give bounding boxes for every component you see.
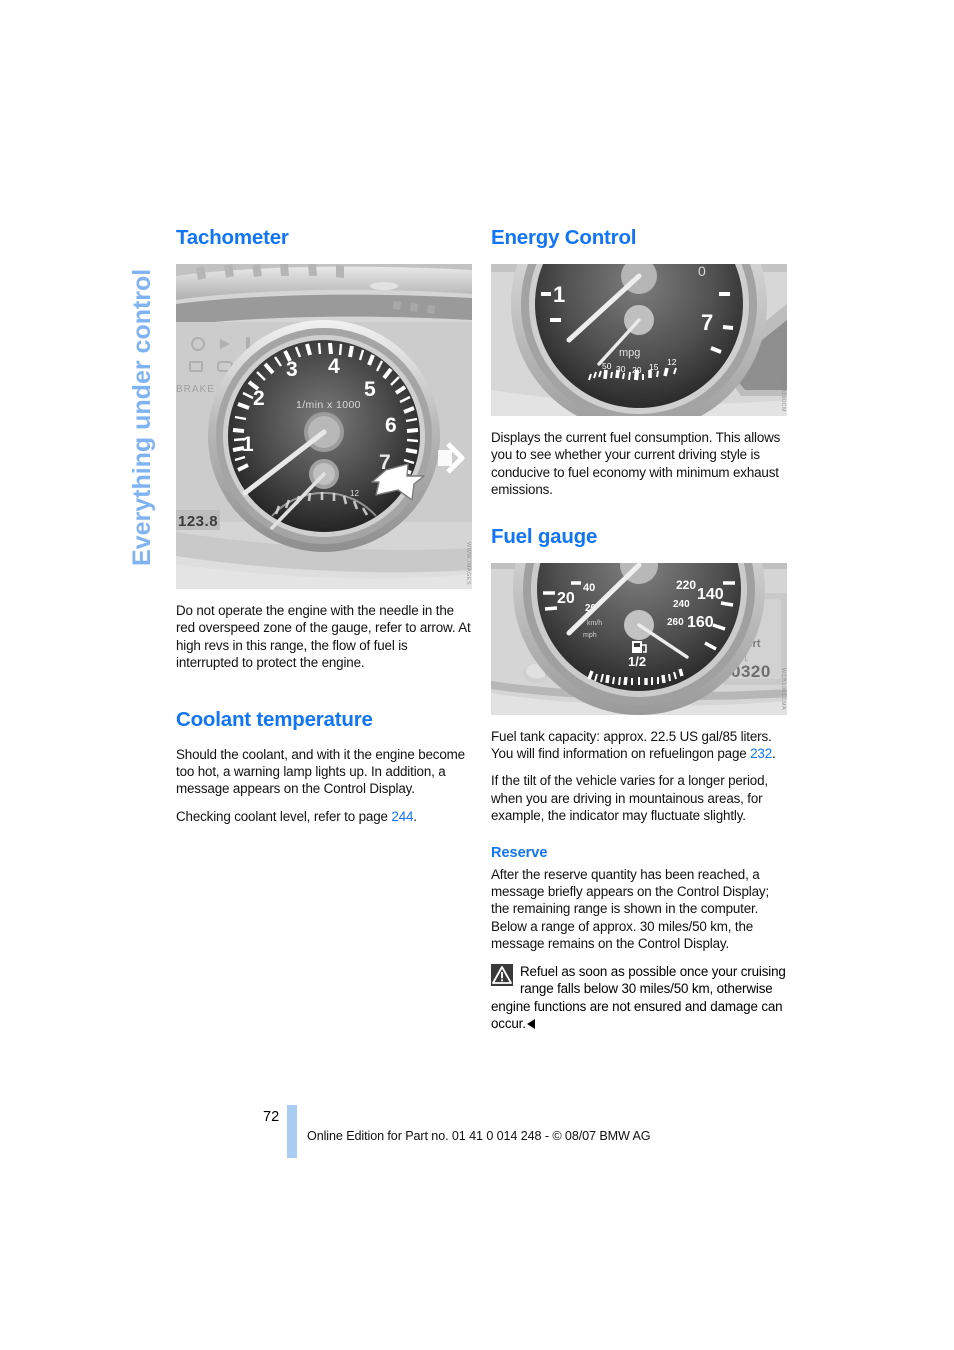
odometer-display: 123.8 — [178, 513, 218, 530]
coolant-body-text: Should the coolant, and with it the engi… — [176, 746, 465, 797]
page-link-244[interactable]: 244 — [391, 809, 413, 824]
energy-control-illustration: 1 7 0 mpg 50 30 20 15 1 — [491, 264, 787, 416]
chapter-tab: Everything under control — [128, 268, 156, 566]
mpg-tick-12: 12 — [667, 357, 677, 367]
manual-page: Everything under control Tachometer BRAK… — [0, 0, 954, 1350]
fuel-tilt-text: If the tilt of the vehicle varies for a … — [491, 773, 768, 824]
svg-text:mph: mph — [583, 632, 597, 639]
coolant-ref-prefix: Checking coolant level, refer to page — [176, 808, 392, 824]
reserve-body-text: After the reserve quantity has been reac… — [491, 866, 770, 952]
left-column: Tachometer BRAKE 123.8 1 2 3 4 5 6 7 1/m… — [176, 226, 472, 825]
section-title-fuel-gauge: Fuel gauge — [491, 524, 598, 548]
figure-watermark: WCB1001CMA — [780, 668, 786, 711]
coolant-ref-suffix: . — [413, 808, 417, 824]
tach-number-4: 4 — [328, 355, 340, 378]
tachometer-illustration: BRAKE 123.8 1 2 3 4 5 6 7 1/min x 1000 1… — [176, 264, 472, 589]
tach-number-6: 6 — [385, 414, 397, 437]
energy-control-body-text: Displays the current fuel consumption. T… — [491, 430, 781, 498]
energy-tach-number-1: 1 — [553, 282, 565, 307]
fuel-gauge-illustration: sport 1 8 L 0320 20 40 20 220 24 — [491, 562, 787, 715]
speed-number-260: 260 — [667, 617, 684, 628]
figure-energy-control: 1 7 0 mpg 50 30 20 15 1 — [491, 264, 787, 416]
warning-triangle-icon — [491, 963, 513, 986]
page-link-232[interactable]: 232 — [750, 746, 772, 761]
warning-text: Refuel as soon as possible once your cru… — [491, 963, 786, 1031]
tach-unit-label: 1/min x 1000 — [296, 399, 361, 411]
svg-text:12: 12 — [350, 489, 359, 498]
fuel-capacity-text: Fuel tank capacity: approx. 22.5 US gal/… — [491, 728, 787, 763]
svg-text:BRAKE: BRAKE — [176, 384, 215, 395]
tach-number-1: 1 — [242, 433, 254, 456]
tach-number-2: 2 — [253, 387, 265, 410]
figure-watermark: WWW.IMAGES — [465, 541, 471, 585]
section-title-tachometer: Tachometer — [176, 226, 289, 249]
coolant-page-reference: Checking coolant level, refer to page 24… — [176, 808, 472, 825]
tach-number-3: 3 — [286, 358, 298, 381]
mpg-label: mpg — [619, 347, 640, 359]
right-column: Energy Control 1 7 0 mpg 50 30 15 12 WCB… — [491, 226, 787, 1032]
speed-number-40: 40 — [583, 582, 595, 594]
speed-number-160: 160 — [687, 614, 714, 631]
warning-block: Refuel as soon as possible once your cru… — [491, 963, 787, 1033]
speed-number-20: 20 — [557, 590, 575, 607]
page-footer: 72 Online Edition for Part no. 01 41 0 0… — [263, 1105, 863, 1165]
figure-fuel-gauge: sport 1 8 L 0320 20 40 20 220 24 — [491, 562, 787, 715]
svg-text:0: 0 — [698, 264, 706, 279]
tach-number-5: 5 — [364, 378, 376, 401]
section-title-coolant-temperature: Coolant temperature — [176, 707, 373, 731]
fuel-capacity-line1: Fuel tank capacity: approx. 22.5 US gal/ — [491, 728, 723, 744]
end-of-note-marker — [526, 1018, 535, 1029]
energy-tach-number-7: 7 — [701, 310, 713, 335]
figure-tachometer: BRAKE 123.8 1 2 3 4 5 6 7 1/min x 1000 1… — [176, 264, 472, 589]
tachometer-body-text: Do not operate the engine with the needl… — [176, 603, 471, 671]
footer-imprint-text: Online Edition for Part no. 01 41 0 014 … — [307, 1129, 651, 1143]
figure-watermark: WCB8100CM — [780, 373, 786, 412]
page-number: 72 — [263, 1109, 280, 1125]
footer-accent-bar — [287, 1105, 297, 1158]
mpg-tick-50: 50 — [602, 361, 612, 371]
fuel-level-label: 1/2 — [628, 654, 646, 669]
speed-number-140: 140 — [697, 586, 724, 603]
svg-text:km/h: km/h — [587, 620, 602, 627]
speed-number-220: 220 — [676, 578, 696, 592]
speed-number-240: 240 — [673, 599, 690, 610]
fuel-capacity-ref-suffix: . — [772, 746, 776, 762]
fuel-capacity-ref-prefix: on page — [699, 746, 751, 762]
section-title-energy-control: Energy Control — [491, 226, 637, 249]
subsection-title-reserve: Reserve — [491, 844, 548, 861]
